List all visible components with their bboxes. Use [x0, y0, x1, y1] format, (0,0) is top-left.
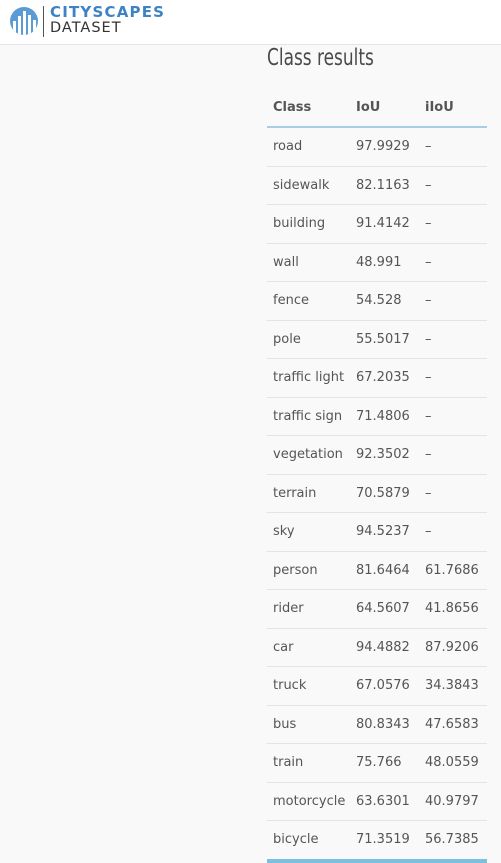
iiou-cell: –: [419, 243, 487, 282]
iiou-cell: –: [419, 204, 487, 244]
class-name-cell: pole: [267, 320, 350, 359]
brand-name-top[interactable]: CITYSCAPES: [50, 4, 165, 21]
class-name-cell: train: [267, 743, 350, 783]
table-row: car 94.4882 87.9206: [267, 628, 487, 667]
table-row: motorcycle 63.6301 40.9797: [267, 782, 487, 821]
iiou-cell: 40.9797: [419, 782, 487, 821]
class-name-cell: sky: [267, 512, 350, 552]
iou-cell: 92.3502: [350, 435, 419, 475]
table-row: bicycle 71.3519 56.7385: [267, 820, 487, 863]
iiou-cell: 61.7686: [419, 551, 487, 590]
page-title: Class results: [267, 45, 374, 71]
iou-cell: 82.1163: [350, 166, 419, 205]
class-name-cell: terrain: [267, 474, 350, 513]
iou-cell: 91.4142: [350, 204, 419, 244]
table-row: person 81.6464 61.7686: [267, 551, 487, 590]
iiou-cell: 41.8656: [419, 589, 487, 629]
iou-cell: 67.0576: [350, 666, 419, 706]
table-row: road 97.9929–: [267, 127, 487, 167]
table-row: traffic light 67.2035–: [267, 358, 487, 398]
class-name-cell: fence: [267, 281, 350, 321]
iiou-cell: 34.3843: [419, 666, 487, 706]
table-row: truck 67.0576 34.3843: [267, 666, 487, 706]
iiou-cell: 87.9206: [419, 628, 487, 667]
class-name-cell: bus: [267, 705, 350, 744]
iiou-cell: –: [419, 358, 487, 398]
column-header-iiou: iIoU: [419, 88, 487, 128]
table-row: pole 55.5017–: [267, 320, 487, 359]
iou-cell: 55.5017: [350, 320, 419, 359]
iou-cell: 48.991: [350, 243, 419, 282]
class-name-cell: traffic light: [267, 358, 350, 398]
site-header: CITYSCAPES DATASET: [0, 0, 501, 45]
iiou-cell: –: [419, 166, 487, 205]
class-name-cell: truck: [267, 666, 350, 706]
iiou-cell: 56.7385: [419, 820, 487, 863]
iou-cell: 71.4806: [350, 397, 419, 436]
class-name-cell: bicycle: [267, 820, 350, 863]
brand-name-bottom[interactable]: DATASET: [50, 20, 122, 37]
iiou-cell: –: [419, 512, 487, 552]
iou-cell: 71.3519: [350, 820, 419, 863]
cityscapes-logo-icon[interactable]: [9, 6, 39, 36]
iou-cell: 81.6464: [350, 551, 419, 590]
table-row: train 75.766 48.0559: [267, 743, 487, 783]
table-row: sky 94.5237–: [267, 512, 487, 552]
class-name-cell: motorcycle: [267, 782, 350, 821]
iou-cell: 75.766: [350, 743, 419, 783]
class-name-cell: building: [267, 204, 350, 244]
class-name-cell: sidewalk: [267, 166, 350, 205]
iiou-cell: –: [419, 474, 487, 513]
iou-cell: 94.4882: [350, 628, 419, 667]
iou-cell: 97.9929: [350, 127, 419, 167]
iiou-cell: –: [419, 127, 487, 167]
iou-cell: 67.2035: [350, 358, 419, 398]
iou-cell: 64.5607: [350, 589, 419, 629]
class-name-cell: traffic sign: [267, 397, 350, 436]
iou-cell: 54.528: [350, 281, 419, 321]
iiou-cell: –: [419, 281, 487, 321]
table-row: bus 80.8343 47.6583: [267, 705, 487, 744]
iiou-cell: –: [419, 397, 487, 436]
table-row: vegetation 92.3502–: [267, 435, 487, 475]
table-row: traffic sign 71.4806–: [267, 397, 487, 436]
iou-cell: 94.5237: [350, 512, 419, 552]
table-row: terrain 70.5879–: [267, 474, 487, 513]
table-row: fence 54.528–: [267, 281, 487, 321]
table-header-row: Class IoU iIoU: [267, 88, 487, 128]
iiou-cell: –: [419, 320, 487, 359]
iou-cell: 80.8343: [350, 705, 419, 744]
iiou-cell: 47.6583: [419, 705, 487, 744]
class-name-cell: vegetation: [267, 435, 350, 475]
logo-divider: [43, 6, 44, 37]
column-header-iou: IoU: [350, 88, 419, 128]
table-row: wall 48.991–: [267, 243, 487, 282]
class-name-cell: wall: [267, 243, 350, 282]
column-header-class: Class: [267, 88, 350, 128]
iou-cell: 63.6301: [350, 782, 419, 821]
iiou-cell: 48.0559: [419, 743, 487, 783]
iiou-cell: –: [419, 435, 487, 475]
class-name-cell: car: [267, 628, 350, 667]
class-name-cell: road: [267, 127, 350, 167]
table-row: rider 64.5607 41.8656: [267, 589, 487, 629]
class-name-cell: rider: [267, 589, 350, 629]
table-row: sidewalk 82.1163–: [267, 166, 487, 205]
class-name-cell: person: [267, 551, 350, 590]
class-results-table: Class IoU iIoU road 97.9929– sidewalk 82.11…: [267, 88, 487, 863]
iou-cell: 70.5879: [350, 474, 419, 513]
table-row: building 91.4142–: [267, 204, 487, 244]
